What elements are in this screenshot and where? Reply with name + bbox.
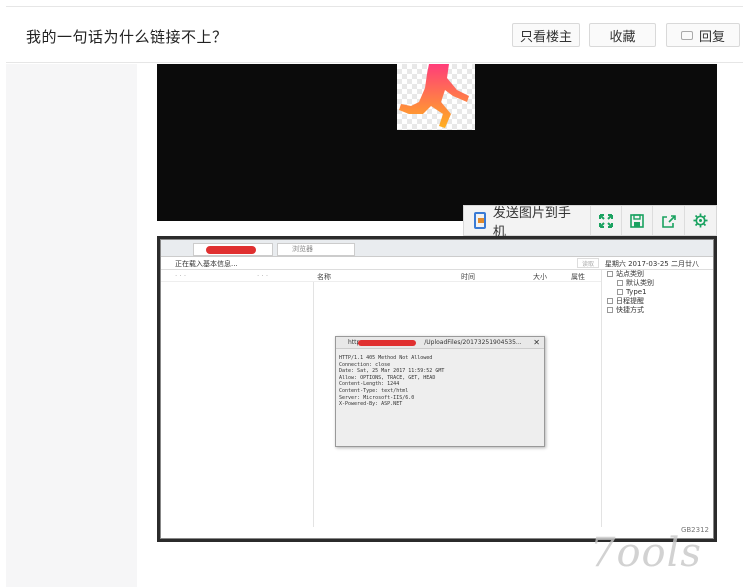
screenshot-read-button: 读取	[577, 258, 599, 268]
tree-item: 默认类别	[626, 279, 654, 287]
favorite-button[interactable]: 收藏	[589, 23, 656, 47]
dialog-line: HTTP/1.1 405 Method Not Allowed	[339, 355, 433, 361]
image-settings-button[interactable]	[685, 206, 716, 235]
screenshot-tabbar: 浏览器	[161, 240, 713, 257]
post-image-screenshot[interactable]: 浏览器 正在载入基本信息... 读取 星期六 2017-03-25 二月廿八 ·…	[157, 236, 717, 542]
share-image-button[interactable]	[653, 206, 685, 235]
tree-item: 快捷方式	[616, 306, 644, 314]
screenshot-pane-divider	[313, 282, 314, 527]
screenshot-pane-divider	[601, 270, 602, 527]
tree-item: Type1	[626, 288, 647, 296]
screenshot-col-attr: 属性	[571, 273, 585, 281]
dialog-line: Content-Type: text/html	[339, 387, 409, 394]
screenshot-col-size: 大小	[533, 273, 547, 281]
redaction-mark	[206, 246, 256, 254]
comment-bubble-icon	[680, 30, 693, 40]
screenshot-col-time: 时间	[461, 273, 475, 281]
watermark-logo: 7ools	[590, 530, 702, 576]
redaction-mark	[358, 340, 416, 346]
share-icon	[661, 214, 676, 228]
send-to-phone-label: 发送图片到手机	[492, 205, 571, 240]
screenshot-col-dots-2: · · ·	[257, 272, 269, 280]
author-sidebar	[6, 64, 137, 587]
thread-header: 我的一句话为什么链接不上？ 只看楼主 收藏 回复	[6, 6, 743, 63]
screenshot-column-headers: · · · · · · 名称 时间 大小 属性	[161, 270, 601, 282]
only-op-button[interactable]: 只看楼主	[512, 23, 580, 47]
screenshot-col-name: 名称	[317, 273, 331, 281]
fullscreen-button[interactable]	[591, 206, 623, 235]
dialog-line: Content-Length: 1244	[339, 381, 400, 388]
reply-button[interactable]: 回复	[666, 23, 740, 47]
image-toolbar: 发送图片到手机	[463, 205, 717, 240]
http-response-dialog: http /UploadFiles/20173251904535... ✕ HT…	[335, 336, 545, 447]
dialog-line: Date: Sat, 25 Mar 2017 11:59:52 GMT	[339, 368, 445, 375]
post-image-top[interactable]	[157, 64, 717, 221]
dialog-title-suffix: /UploadFiles/20173251904535...	[424, 339, 522, 346]
fullscreen-icon	[598, 213, 613, 228]
phone-icon	[474, 212, 486, 229]
send-to-phone-button[interactable]: 发送图片到手机	[464, 206, 591, 240]
dialog-line: Connection: close	[339, 361, 391, 368]
save-icon	[630, 213, 644, 228]
dialog-line: Allow: OPTIONS, TRACE, GET, HEAD	[339, 374, 436, 381]
screenshot-col-dots-1: · · ·	[175, 272, 187, 280]
runner-image	[397, 64, 475, 130]
reply-label: 回复	[698, 29, 725, 45]
screenshot-window: 浏览器 正在载入基本信息... 读取 星期六 2017-03-25 二月廿八 ·…	[160, 239, 714, 539]
screenshot-tab-browser: 浏览器	[277, 243, 355, 256]
dialog-line: Server: Microsoft-IIS/6.0	[339, 394, 415, 401]
close-icon: ✕	[533, 338, 540, 347]
save-image-button[interactable]	[622, 206, 654, 235]
dialog-body: HTTP/1.1 405 Method Not Allowed Connecti…	[336, 349, 544, 414]
dialog-title: http /UploadFiles/20173251904535... ✕	[336, 337, 544, 349]
gear-icon	[693, 213, 708, 228]
tree-root: 站点类别	[616, 270, 644, 278]
tree-item: 日程提醒	[616, 297, 644, 305]
dialog-line: X-Powered-By: ASP.NET	[339, 401, 403, 408]
screenshot-category-tree: 站点类别 默认类别 Type1 日程提醒 快捷方式	[607, 270, 713, 315]
screenshot-status-row: 正在载入基本信息... 读取 星期六 2017-03-25 二月廿八	[161, 257, 713, 270]
screenshot-date: 星期六 2017-03-25 二月廿八	[604, 260, 699, 268]
screenshot-tab-redacted	[193, 243, 273, 256]
screenshot-loading-text: 正在载入基本信息...	[175, 260, 238, 268]
thread-title: 我的一句话为什么链接不上？	[26, 28, 228, 46]
